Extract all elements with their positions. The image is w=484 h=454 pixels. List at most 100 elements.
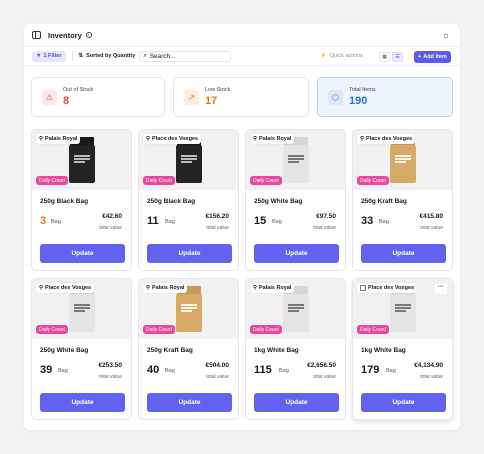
divider — [71, 51, 73, 61]
product-card[interactable]: ⚲ Palais Royal Daily Count 1kg White Bag… — [245, 278, 346, 420]
filter-button[interactable]: ▼ 1 Filter — [32, 50, 66, 62]
update-button[interactable]: Update — [147, 244, 232, 263]
total-value-label: total value — [206, 225, 229, 231]
info-icon[interactable]: i — [85, 32, 92, 38]
location-label: Palais Royal — [259, 285, 292, 291]
pin-icon: ⚲ — [253, 285, 258, 291]
total-value-label: total value — [420, 374, 443, 380]
title-bar: Inventory i ☼ — [24, 24, 460, 46]
daily-count-badge: Daily Count — [143, 176, 175, 185]
quick-actions-button[interactable]: ⚡ Quick actions — [320, 53, 363, 59]
product-value: €156.20 — [205, 213, 230, 220]
location-tag: ⚲ Place des Vosges — [143, 134, 202, 144]
filter-icon: ▼ — [36, 53, 42, 59]
unit-label: Bag — [165, 368, 175, 374]
product-value: €415.80 — [419, 213, 444, 220]
plus-icon: + — [418, 54, 422, 60]
update-button[interactable]: Update — [40, 393, 125, 412]
more-options-button[interactable]: ··· — [435, 284, 447, 294]
sort-icon: ⇅ — [78, 53, 84, 59]
product-quantity: 11 — [147, 215, 159, 227]
product-quantity: 39 — [40, 364, 53, 376]
product-card[interactable]: ⚲ Place des Vosges Daily Count 250g Kraf… — [352, 129, 453, 271]
location-label: Place des Vosges — [45, 285, 92, 291]
daily-count-badge: Daily Count — [143, 325, 175, 334]
select-checkbox[interactable] — [360, 285, 366, 291]
pin-icon: ⚲ — [360, 136, 365, 142]
stat-total-items[interactable]: ⬡ Total Items 190 — [317, 77, 453, 117]
stat-label: Low Stock — [205, 87, 231, 93]
update-button[interactable]: Update — [361, 244, 446, 263]
product-quantity: 40 — [147, 364, 160, 376]
product-card[interactable]: ⚲ Place des Vosges Daily Count 250g Whit… — [31, 278, 132, 420]
location-label: Place des Vosges — [368, 285, 415, 291]
pin-icon: ⚲ — [39, 136, 44, 142]
product-name: 1kg White Bag — [361, 347, 406, 354]
unit-label: Bag — [386, 368, 396, 374]
pin-icon: ⚲ — [253, 136, 258, 142]
product-card[interactable]: ⚲ Palais Royal Daily Count 250g Black Ba… — [31, 129, 132, 271]
filter-label: 1 Filter — [43, 53, 62, 59]
daily-count-badge: Daily Count — [250, 325, 282, 334]
total-value-label: total value — [99, 225, 122, 231]
product-name: 250g Kraft Bag — [361, 198, 407, 205]
pin-icon: ⚲ — [146, 285, 151, 291]
unit-label: Bag — [279, 368, 289, 374]
stat-out-of-stock[interactable]: ⚠ Out of Stock 8 — [31, 77, 165, 117]
daily-count-badge: Daily Count — [250, 176, 282, 185]
location-label: Palais Royal — [259, 136, 292, 142]
total-value-label: total value — [313, 374, 336, 380]
location-tag: ⚲ Place des Vosges — [36, 283, 95, 293]
search-box: ⌕ — [139, 50, 232, 62]
update-button[interactable]: Update — [147, 393, 232, 412]
product-name: 250g White Bag — [254, 198, 303, 205]
add-item-label: Add Item — [423, 54, 447, 60]
stat-low-stock[interactable]: ↗ Low Stock 17 — [173, 77, 309, 117]
product-value: €2,656.50 — [307, 362, 336, 369]
unit-label: Bag — [58, 368, 68, 374]
alert-triangle-icon: ⚠ — [42, 89, 57, 105]
pin-icon: ⚲ — [39, 285, 44, 291]
search-input[interactable] — [149, 52, 226, 60]
product-name: 250g White Bag — [40, 347, 89, 354]
sort-button[interactable]: ⇅ Sorted by Quantity — [79, 53, 136, 59]
list-view-icon[interactable]: ☰ — [392, 52, 403, 62]
sidebar-toggle-icon[interactable] — [32, 31, 41, 39]
daily-count-badge: Daily Count — [36, 325, 68, 334]
add-item-button[interactable]: + Add Item — [414, 51, 451, 63]
page-title: Inventory — [48, 30, 82, 40]
product-card[interactable]: Place des Vosges ··· Daily Count 1kg Whi… — [352, 278, 453, 420]
quick-actions-label: Quick actions — [329, 53, 363, 59]
total-value-label: total value — [420, 225, 443, 231]
product-name: 250g Kraft Bag — [147, 347, 193, 354]
product-card[interactable]: ⚲ Palais Royal Daily Count 250g White Ba… — [245, 129, 346, 271]
product-card[interactable]: ⚲ Palais Royal Daily Count 250g Kraft Ba… — [138, 278, 239, 420]
unit-label: Bag — [379, 219, 389, 225]
product-name: 250g Black Bag — [147, 198, 196, 205]
location-label: Palais Royal — [45, 136, 78, 142]
update-button[interactable]: Update — [40, 244, 125, 263]
sun-icon[interactable]: ☼ — [442, 30, 450, 40]
daily-count-badge: Daily Count — [36, 176, 68, 185]
stat-label: Total Items — [349, 87, 376, 93]
grid-view-icon[interactable]: ▦ — [379, 52, 390, 62]
daily-count-badge: Daily Count — [357, 325, 389, 334]
update-button[interactable]: Update — [254, 244, 339, 263]
product-quantity: 179 — [361, 364, 380, 376]
update-button[interactable]: Update — [361, 393, 446, 412]
product-quantity: 33 — [361, 215, 374, 227]
product-card[interactable]: ⚲ Place des Vosges Daily Count 250g Blac… — [138, 129, 239, 271]
search-icon: ⌕ — [143, 52, 147, 59]
total-value-label: total value — [99, 374, 122, 380]
product-value: €97.50 — [316, 213, 336, 220]
location-tag: ⚲ Palais Royal — [143, 283, 188, 293]
sort-label: Sorted by Quantity — [86, 53, 136, 59]
update-button[interactable]: Update — [254, 393, 339, 412]
location-label: Palais Royal — [152, 285, 185, 291]
product-value: €504.00 — [205, 362, 230, 369]
stat-value: 190 — [349, 95, 368, 107]
total-value-label: total value — [206, 374, 229, 380]
pin-icon: ⚲ — [146, 136, 151, 142]
location-tag: ⚲ Palais Royal — [36, 134, 81, 144]
inventory-window: Inventory i ☼ ▼ 1 Filter ⇅ Sorted by Qua… — [24, 24, 460, 430]
